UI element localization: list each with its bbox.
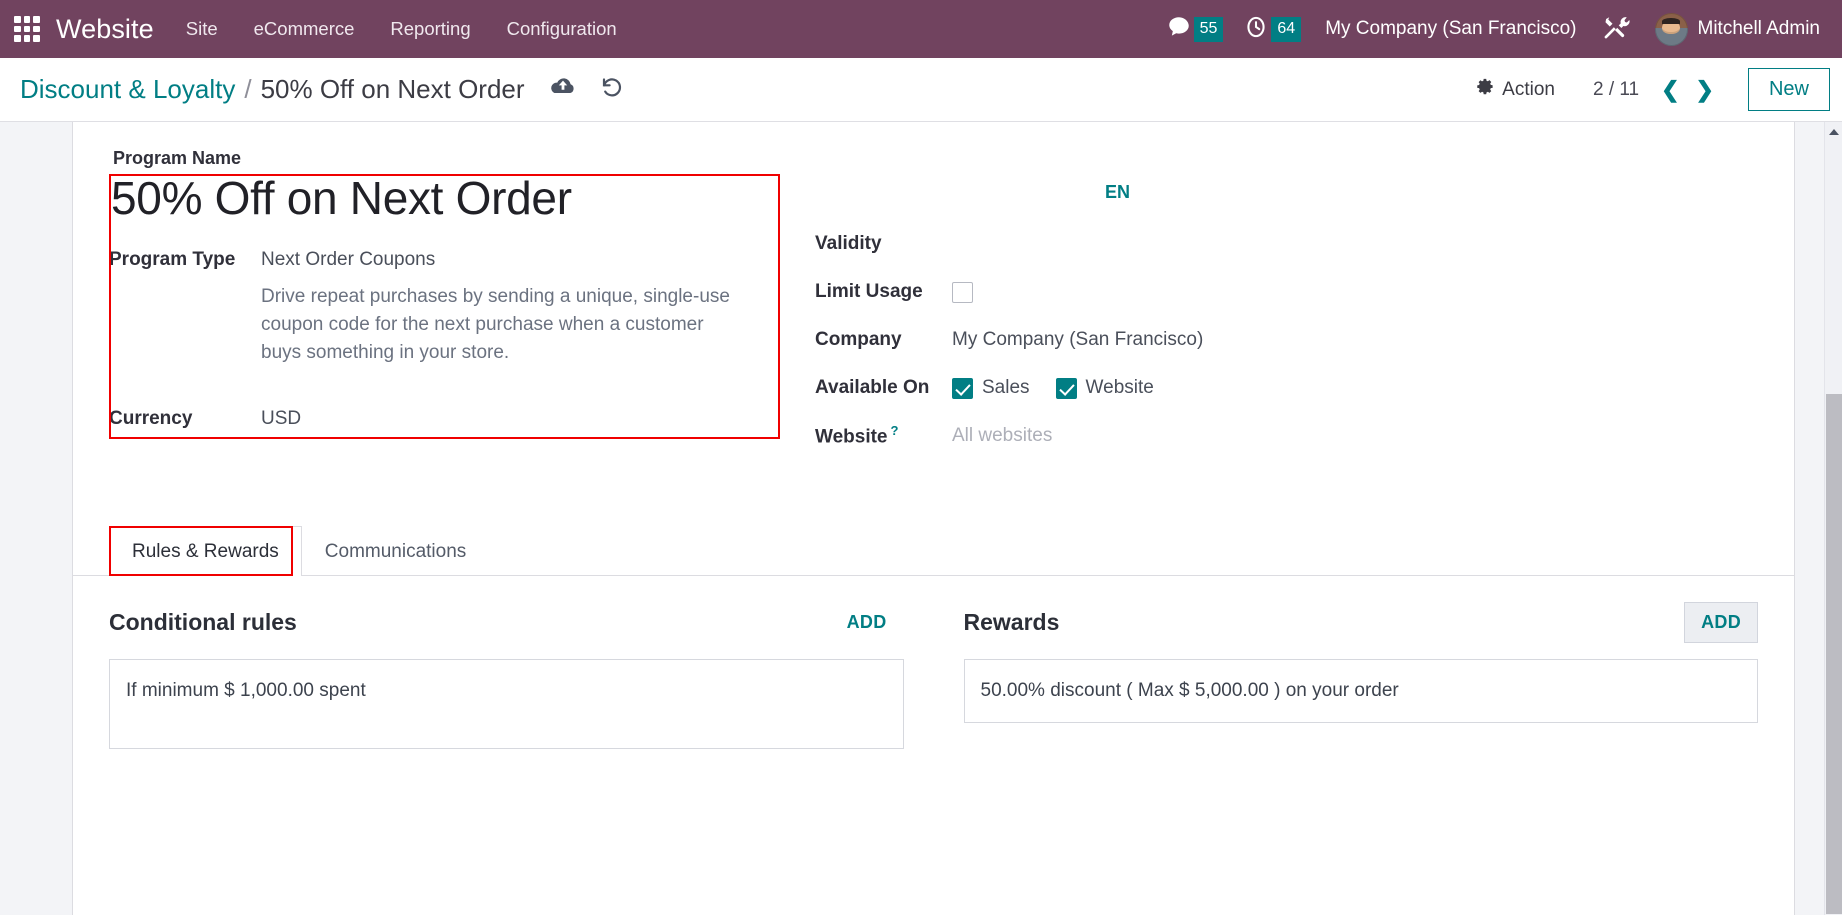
website-label: Website	[815, 426, 888, 448]
new-record-button[interactable]: New	[1747, 68, 1830, 111]
cloud-upload-icon	[549, 76, 577, 103]
wrench-screwdriver-icon	[1601, 12, 1631, 47]
menu-item-site[interactable]: Site	[168, 0, 236, 58]
validity-row: Validity	[815, 220, 1794, 268]
website-channel-label: Website	[1085, 377, 1154, 398]
gear-icon	[1476, 77, 1495, 102]
add-conditional-rule-button[interactable]: ADD	[830, 602, 904, 643]
available-on-row: Available On Sales Website	[815, 364, 1794, 412]
menu-item-configuration[interactable]: Configuration	[489, 0, 635, 58]
limit-usage-row: Limit Usage	[815, 268, 1794, 316]
scrollbar-thumb[interactable]	[1826, 394, 1842, 914]
notebook: Rules & Rewards Communications Condition…	[73, 526, 1794, 749]
notebook-tablist: Rules & Rewards Communications	[73, 526, 1794, 576]
rewards-section: Rewards ADD 50.00% discount ( Max $ 5,00…	[934, 602, 1758, 749]
content-area: Program Name 50% Off on Next Order Progr…	[0, 122, 1842, 915]
conditional-rules-title: Conditional rules	[109, 609, 297, 635]
website-input[interactable]: All websites	[952, 425, 1052, 447]
comment-icon	[1166, 14, 1192, 45]
tab-communications[interactable]: Communications	[302, 526, 490, 576]
program-type-label: Program Type	[109, 249, 236, 271]
conditional-rule-item[interactable]: If minimum $ 1,000.00 spent	[109, 659, 904, 749]
available-on-sales[interactable]: Sales	[952, 377, 1030, 399]
record-dirty-actions	[549, 75, 625, 104]
available-on-website[interactable]: Website	[1055, 377, 1154, 399]
action-menu-button[interactable]: Action	[1464, 71, 1567, 108]
program-type-description: Drive repeat purchases by sending a uniq…	[261, 286, 730, 364]
app-brand-website[interactable]: Website	[50, 14, 168, 45]
pager-count: 2 / 11	[1592, 78, 1640, 100]
rewards-header: Rewards ADD	[963, 602, 1758, 643]
form-right-column: EN Validity Limit Usage Company My Compa…	[815, 148, 1794, 460]
scroll-up-arrow-icon[interactable]	[1825, 124, 1842, 140]
reward-item[interactable]: 50.00% discount ( Max $ 5,000.00 ) on yo…	[963, 659, 1758, 723]
website-checkbox[interactable]	[1055, 377, 1077, 399]
currency-value[interactable]: USD	[261, 404, 301, 430]
breadcrumb-separator: /	[244, 74, 252, 104]
top-navbar: Website Site eCommerce Reporting Configu…	[0, 0, 1842, 58]
messages-badge: 55	[1193, 16, 1224, 42]
available-on-label: Available On	[815, 377, 930, 398]
program-name-input[interactable]: 50% Off on Next Order	[111, 171, 815, 225]
company-row: Company My Company (San Francisco)	[815, 316, 1794, 364]
limit-usage-checkbox[interactable]	[952, 281, 973, 303]
conditional-rules-section: Conditional rules ADD If minimum $ 1,000…	[109, 602, 934, 749]
save-record-button[interactable]	[549, 76, 577, 103]
currency-label: Currency	[109, 407, 193, 429]
limit-usage-label: Limit Usage	[815, 281, 923, 302]
program-type-value[interactable]: Next Order Coupons	[261, 245, 435, 271]
website-label-wrap: Website?	[815, 423, 952, 448]
form-columns: Program Name 50% Off on Next Order Progr…	[73, 122, 1794, 460]
breadcrumb-current: 50% Off on Next Order	[260, 74, 525, 104]
conditional-rules-header: Conditional rules ADD	[109, 602, 904, 643]
menu-item-reporting[interactable]: Reporting	[372, 0, 488, 58]
vertical-scrollbar[interactable]	[1824, 122, 1842, 915]
avatar	[1654, 12, 1688, 46]
breadcrumb-parent-link[interactable]: Discount & Loyalty	[20, 74, 235, 105]
breadcrumb: Discount & Loyalty / 50% Off on Next Ord…	[20, 74, 525, 105]
undo-rotate-icon	[599, 75, 625, 104]
user-menu[interactable]: Mitchell Admin	[1641, 0, 1829, 58]
chevron-left-icon[interactable]: ❮	[1653, 77, 1687, 103]
add-reward-button[interactable]: ADD	[1684, 602, 1758, 643]
pager: 2 / 11 ❮ ❯	[1593, 77, 1722, 103]
sales-checkbox[interactable]	[952, 377, 973, 399]
rewards-title: Rewards	[963, 609, 1060, 635]
activities-button[interactable]: 64	[1233, 0, 1311, 58]
control-panel: Discount & Loyalty / 50% Off on Next Ord…	[0, 58, 1842, 122]
program-name-label: Program Name	[113, 148, 242, 168]
navbar-systray: 55 64 My Company (San Francisco) Mitchel…	[1156, 0, 1828, 58]
debug-tools-button[interactable]	[1591, 0, 1641, 58]
tab-rules-and-rewards[interactable]: Rules & Rewards	[109, 526, 302, 576]
form-sheet: Program Name 50% Off on Next Order Progr…	[72, 122, 1795, 915]
right-field-list: Validity Limit Usage Company My Company …	[815, 220, 1794, 460]
company-switcher[interactable]: My Company (San Francisco)	[1311, 0, 1590, 58]
menu-item-ecommerce[interactable]: eCommerce	[236, 0, 373, 58]
company-label: Company	[815, 329, 902, 350]
currency-row: Currency USD	[109, 404, 815, 430]
website-row: Website? All websites	[815, 412, 1794, 460]
validity-label: Validity	[815, 233, 882, 254]
apps-grid-icon[interactable]	[10, 12, 44, 46]
sales-label: Sales	[982, 377, 1030, 398]
messages-button[interactable]: 55	[1156, 0, 1234, 58]
user-name: Mitchell Admin	[1697, 18, 1821, 39]
clock-icon	[1243, 14, 1269, 45]
notebook-page-rules-and-rewards: Conditional rules ADD If minimum $ 1,000…	[73, 576, 1794, 749]
action-label: Action	[1502, 78, 1555, 100]
language-badge-en[interactable]: EN	[1105, 182, 1130, 203]
program-type-row: Program Type Next Order Coupons	[109, 245, 815, 271]
discard-record-button[interactable]	[599, 75, 625, 104]
activities-badge: 64	[1271, 16, 1302, 42]
program-type-description-row: Drive repeat purchases by sending a uniq…	[109, 277, 815, 367]
chevron-right-icon[interactable]: ❯	[1688, 77, 1722, 103]
help-question-icon[interactable]: ?	[891, 423, 899, 438]
company-value[interactable]: My Company (San Francisco)	[952, 329, 1203, 351]
form-left-column: Program Name 50% Off on Next Order Progr…	[73, 148, 815, 460]
